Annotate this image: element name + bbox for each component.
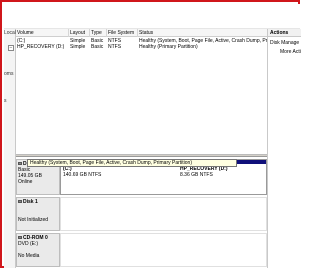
disk-0-state: Online — [18, 179, 33, 185]
partition-d-size: 8.36 GB NTFS — [180, 172, 213, 178]
partition-c[interactable]: (C:) 140.69 GB NTFS — [62, 165, 176, 179]
actions-title: Actions — [268, 29, 301, 37]
cdrom-0-state: No Media — [18, 253, 40, 259]
top-strip — [4, 4, 300, 29]
cd-drive-icon — [18, 236, 22, 240]
column-header-status[interactable]: Status — [138, 29, 267, 37]
disk-management-main: Volume Layout Type File System Status (C… — [16, 29, 267, 268]
column-header-volume[interactable]: Volume — [16, 29, 69, 37]
tree-item-local[interactable]: Local — [4, 30, 16, 36]
collapse-icon[interactable]: − — [8, 45, 14, 51]
disk-1-label[interactable]: Disk 1 Not Initialized — [16, 197, 60, 231]
partition-c-size: 140.69 GB NTFS — [63, 172, 102, 178]
disk-icon — [18, 162, 22, 166]
disk-1-state: Not Initialized — [18, 217, 49, 223]
disk-1-area — [60, 197, 267, 231]
action-disk-management[interactable]: Disk Manage — [270, 40, 301, 46]
disk-1-name: Disk 1 — [23, 199, 38, 205]
cdrom-0-label[interactable]: CD-ROM 0 DVD (E:) No Media — [16, 233, 60, 267]
status-cell: Healthy (Primary Partition) — [139, 44, 198, 50]
screenshot-frame: Local − oms s Volume Layout Type File Sy… — [0, 0, 301, 268]
layout-cell: Simple — [70, 44, 86, 50]
pane-splitter[interactable] — [16, 154, 267, 157]
tree-item-oms[interactable]: oms — [4, 71, 16, 77]
type-cell: Basic — [91, 44, 104, 50]
action-more-actions[interactable]: More Acti — [280, 49, 301, 55]
column-header-layout[interactable]: Layout — [69, 29, 90, 37]
partition-d[interactable]: HP_RECOVERY (D:) 8.36 GB NTFS — [179, 165, 265, 179]
cdrom-0-area — [60, 233, 267, 267]
tree-item-s[interactable]: s — [4, 98, 16, 104]
disk-icon — [18, 200, 22, 204]
table-row[interactable]: HP_RECOVERY (D:) Simple Basic NTFS Healt… — [16, 44, 267, 50]
column-header-file-system[interactable]: File System — [107, 29, 138, 37]
volume-cell: HP_RECOVERY (D:) — [17, 44, 65, 50]
console-tree-pane: Local − oms s — [4, 29, 16, 268]
actions-pane: Actions Disk Manage More Acti — [267, 29, 301, 268]
volume-list-header: Volume Layout Type File System Status — [16, 29, 267, 37]
partition-tooltip: Healthy (System, Boot, Page File, Active… — [27, 159, 237, 167]
column-header-type[interactable]: Type — [90, 29, 107, 37]
file-system-cell: NTFS — [108, 44, 122, 50]
